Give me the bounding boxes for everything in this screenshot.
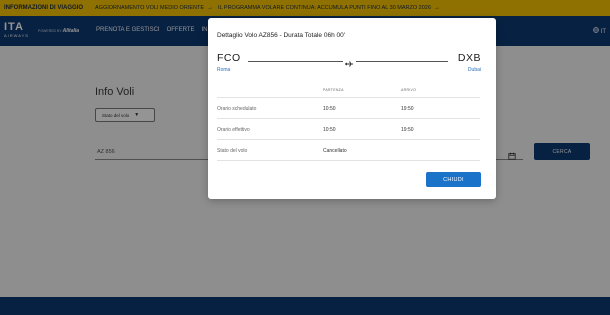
flight-detail-dialog: Dettaglio Volo AZ856 - Durata Totale 06h… <box>208 18 496 199</box>
arrival-time: 19:50 <box>401 106 414 112</box>
departure-time: 10:50 <box>323 127 336 133</box>
table-row: Orario effettivo 10:50 19:50 <box>217 119 480 140</box>
table-row: Orario schedulato 10:50 19:50 <box>217 98 480 119</box>
departure-airport-code: FCO <box>217 52 241 64</box>
table-row: Stato del volo Cancellato <box>217 140 480 161</box>
close-button[interactable]: CHIUDI <box>426 172 481 187</box>
departure-city: Roma <box>217 67 231 73</box>
dialog-title: Dettaglio Volo AZ856 - Durata Totale 06h… <box>217 32 345 39</box>
row-label: Orario schedulato <box>217 106 257 112</box>
flight-status-value: Cancellato <box>323 148 347 154</box>
row-label: Orario effettivo <box>217 127 250 133</box>
departure-time: 10:50 <box>323 106 336 112</box>
arrival-column-header: ARRIVO <box>401 88 417 92</box>
arrival-city: Dubai <box>467 67 481 73</box>
arrival-time: 19:50 <box>401 127 414 133</box>
airplane-icon <box>344 56 354 67</box>
arrival-airport-code: DXB <box>457 52 481 64</box>
departure-column-header: PARTENZA <box>323 88 344 92</box>
row-label: Stato del volo <box>217 148 248 154</box>
route-line <box>356 61 448 62</box>
route-line <box>248 61 343 62</box>
